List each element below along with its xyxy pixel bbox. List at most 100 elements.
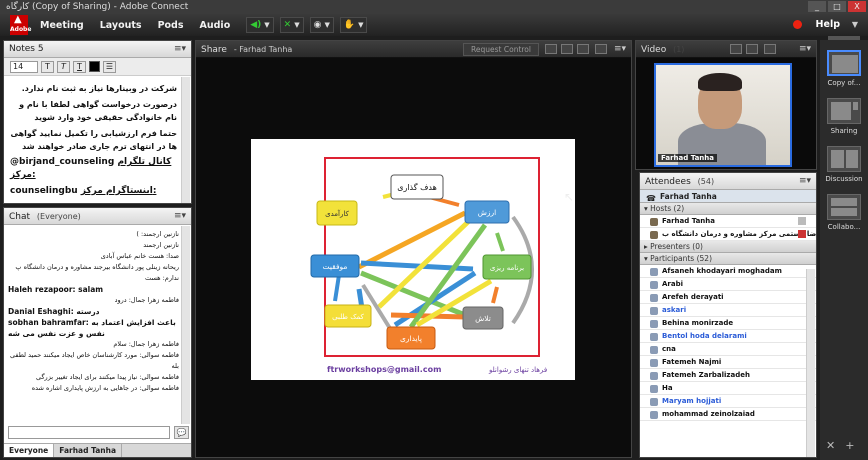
record-indicator-icon[interactable]: [793, 20, 802, 29]
presenters-label: Presenters (0): [650, 242, 703, 251]
attendee-row[interactable]: mohammad zeinolzaiad: [640, 408, 816, 421]
instagram-link-line: counselingbu اینستاگرام مرکز:: [10, 185, 177, 198]
speaker-toggle[interactable]: ◀) ▼: [246, 17, 274, 33]
telegram-link-line: @birjand_counseling کانال تلگرام مرکز:: [10, 156, 177, 182]
diagram-box-value: ارزش: [464, 200, 510, 224]
attendee-name: Behina monirzade: [662, 319, 734, 327]
box-label: موفقیت: [323, 262, 348, 271]
fullscreen-icon[interactable]: [764, 44, 776, 54]
video-count: (1): [673, 45, 685, 54]
attendee-row[interactable]: Arefeh derayati: [640, 291, 816, 304]
shared-slide: هدف گذاری ارزش کارآمدی موفقیت برنامه ریز…: [251, 139, 575, 380]
attendee-row[interactable]: Fatemeh Najmi: [640, 356, 816, 369]
pod-menu-icon[interactable]: ≡▾: [614, 41, 626, 58]
attendee-row[interactable]: askari: [640, 304, 816, 317]
attendee-row[interactable]: Ha: [640, 382, 816, 395]
tab-everyone[interactable]: Everyone: [4, 444, 55, 457]
host-avatar-icon: [650, 231, 658, 239]
split-view-icon[interactable]: [561, 44, 573, 54]
italic-icon[interactable]: T: [57, 60, 70, 73]
manage-layouts-icon[interactable]: ✕: [826, 439, 835, 452]
attendee-name: mohammad zeinolzaiad: [662, 410, 755, 418]
attendee-name: Fatemeh Zarbalizadeh: [662, 371, 750, 379]
attendee-row[interactable]: Arabi: [640, 278, 816, 291]
request-control-button[interactable]: Request Control: [463, 43, 539, 56]
layout-discussion[interactable]: Discussion: [824, 146, 864, 183]
chat-input[interactable]: [8, 426, 170, 439]
layout-collaboration[interactable]: Collabo...: [824, 194, 864, 231]
menu-layouts[interactable]: Layouts: [100, 20, 142, 31]
pod-menu-icon[interactable]: ≡▾: [174, 41, 186, 58]
add-layout-icon[interactable]: +: [845, 439, 854, 452]
menu-audio[interactable]: Audio: [200, 20, 231, 31]
chat-title: Chat: [9, 212, 31, 222]
bold-icon[interactable]: T: [41, 60, 54, 73]
diagram-box-efficacy: کارآمدی: [316, 200, 358, 226]
attendee-name: Maryam hojjati: [662, 397, 722, 405]
pod-menu-icon[interactable]: ≡▾: [174, 208, 186, 225]
presenters-group[interactable]: ▸ Presenters (0): [640, 241, 816, 253]
text-color-swatch[interactable]: [89, 61, 100, 72]
fullscreen-icon[interactable]: [595, 44, 607, 54]
attendee-row[interactable]: Behina monirzade: [640, 317, 816, 330]
attendee-row[interactable]: Bentol hoda delarami: [640, 330, 816, 343]
chat-message: فاطمه سوالی: نیاز پیدا میکنند برای ایجاد…: [36, 373, 179, 381]
layout-copy-of-sharing[interactable]: Copy of...: [824, 50, 864, 87]
adobe-logo-icon: Adobe: [10, 13, 31, 35]
attendee-status-bar[interactable]: ☎ Farhad Tanha: [640, 190, 816, 203]
layout-thumbnail: [827, 146, 861, 172]
pod-menu-icon[interactable]: ≡▾: [799, 41, 811, 58]
menu-bar: Adobe Meeting Layouts Pods Audio ◀)▼ ✕▼ …: [0, 13, 868, 36]
help-menu[interactable]: Help: [816, 19, 840, 30]
attendees-count: (54): [697, 177, 715, 186]
notes-toolbar: 14 T T T ☰: [4, 58, 191, 76]
attendee-name: Bentol hoda delarami: [662, 332, 747, 340]
close-button[interactable]: X: [848, 1, 866, 12]
chat-pod: Chat (Everyone) ≡▾ نازنین ارجمند: ) نازن…: [3, 207, 192, 458]
underline-icon[interactable]: T: [73, 60, 86, 73]
camera-toggle[interactable]: ◉ ▼: [309, 17, 334, 33]
microphone-icon: [798, 217, 806, 225]
attendee-row[interactable]: Maryam hojjati: [640, 395, 816, 408]
maximize-button[interactable]: □: [828, 1, 846, 12]
attendee-row[interactable]: Fatemeh Zarbalizadeh: [640, 369, 816, 382]
grid-view-icon[interactable]: [730, 44, 742, 54]
attendee-row[interactable]: cna: [640, 343, 816, 356]
chat-message: نازنین ارجمند: [143, 241, 179, 249]
video-header: Video (1) ≡▾: [636, 41, 816, 58]
attendees-scrollbar[interactable]: [806, 269, 815, 457]
notes-header: Notes 5 ≡▾: [4, 41, 191, 58]
layout-sharing[interactable]: Sharing: [824, 98, 864, 135]
filmstrip-view-icon[interactable]: [746, 44, 758, 54]
notes-scrollbar[interactable]: [181, 77, 190, 203]
minimize-button[interactable]: _: [808, 1, 826, 12]
participant-avatar-icon: [650, 359, 658, 367]
participant-avatar-icon: [650, 268, 658, 276]
microphone-off-icon: ✕: [283, 20, 292, 30]
menu-pods[interactable]: Pods: [158, 20, 184, 31]
pod-menu-icon[interactable]: ≡▾: [799, 173, 811, 190]
fit-width-icon[interactable]: [577, 44, 589, 54]
single-view-icon[interactable]: [545, 44, 557, 54]
attendee-row[interactable]: رضا رستمی مرکز مشاوره و درمان دانشگاه ب: [640, 228, 816, 241]
bullet-list-icon[interactable]: ☰: [103, 60, 116, 73]
participants-group[interactable]: ▾ Participants (52): [640, 253, 816, 265]
attendee-name: Farhad Tanha: [662, 217, 715, 225]
menu-meeting[interactable]: Meeting: [40, 20, 84, 31]
font-size-select[interactable]: 14: [10, 60, 38, 73]
tab-farhad-tanha[interactable]: Farhad Tanha: [54, 444, 123, 457]
send-message-icon[interactable]: 💬: [174, 426, 189, 439]
hosts-group[interactable]: ▾ Hosts (2): [640, 203, 816, 215]
notes-content[interactable]: شرکت در وبینارها نیاز به ثبت نام ندارد. …: [4, 76, 191, 198]
chat-scrollbar[interactable]: [181, 226, 190, 424]
share-presenter: - Farhad Tanha: [233, 45, 293, 54]
raise-hand-toggle[interactable]: ✋ ▼: [339, 17, 368, 33]
chevron-down-icon[interactable]: ▼: [852, 20, 858, 29]
box-label: کارآمدی: [325, 209, 349, 218]
attendee-row[interactable]: Farhad Tanha: [640, 215, 816, 228]
participant-avatar-icon: [650, 411, 658, 419]
attendee-row[interactable]: Afsaneh khodayari moghadam: [640, 265, 816, 278]
microphone-toggle[interactable]: ✕ ▼: [279, 17, 304, 33]
layout-thumbnail: [827, 194, 861, 220]
video-feed[interactable]: Farhad Tanha: [654, 63, 792, 167]
